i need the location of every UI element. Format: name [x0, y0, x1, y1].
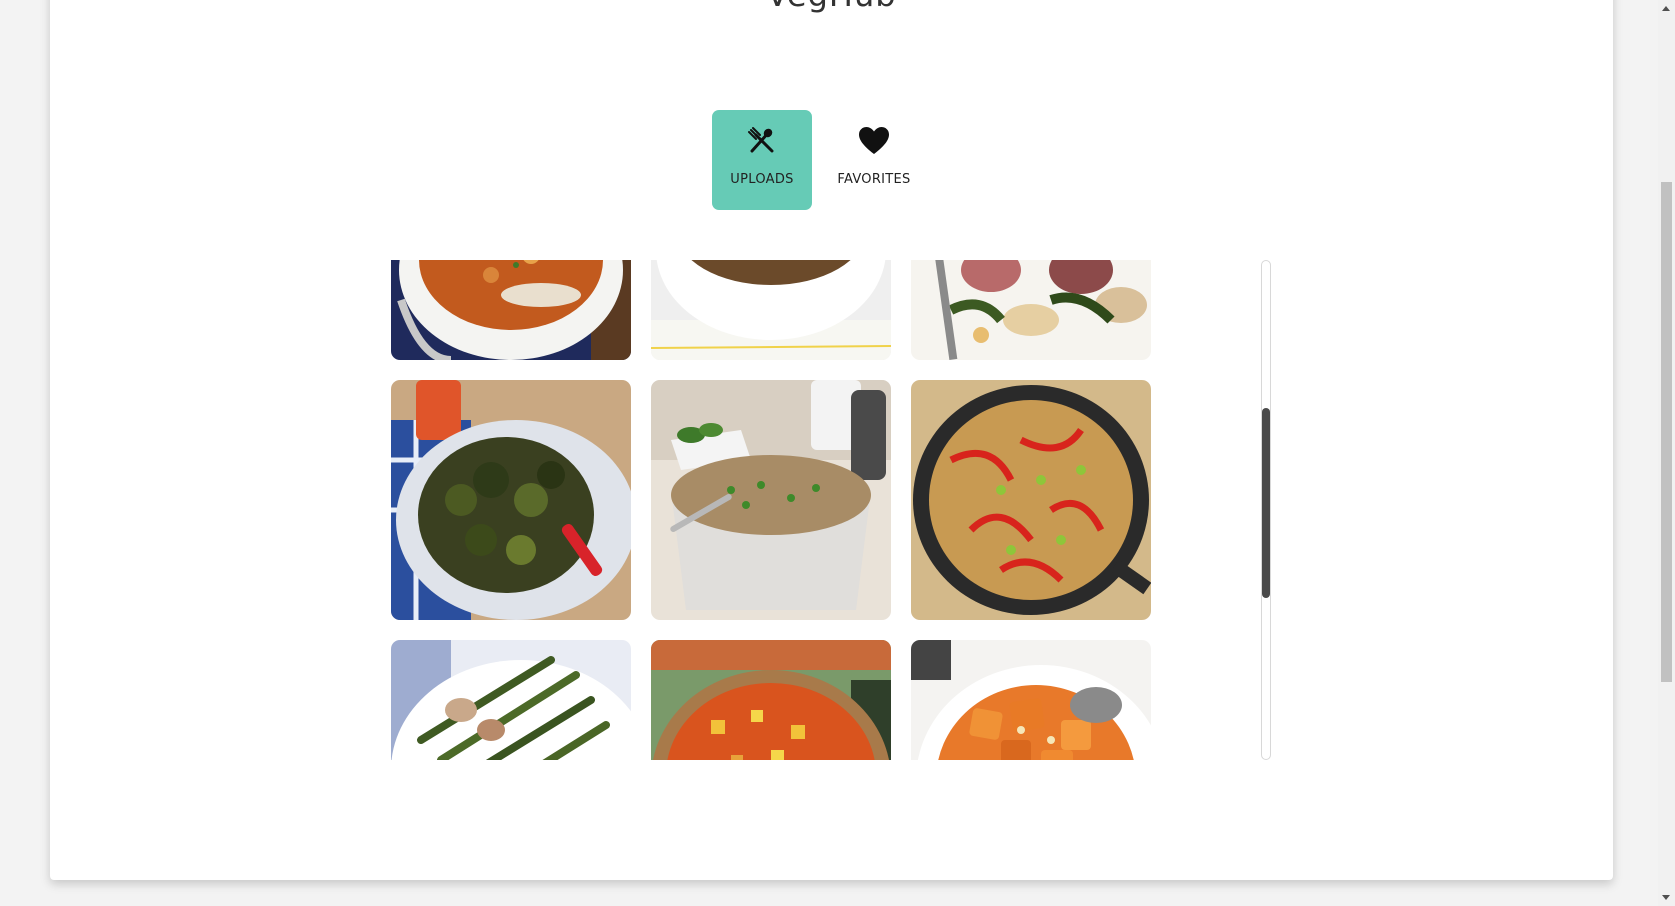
recipe-photo[interactable]	[391, 640, 631, 760]
recipe-photo[interactable]	[911, 640, 1151, 760]
recipe-photo[interactable]	[391, 260, 631, 360]
site-title: VegHub	[50, 0, 1613, 14]
recipe-photo[interactable]	[911, 260, 1151, 360]
tab-favorites-label: FAVORITES	[837, 172, 911, 187]
tab-uploads[interactable]: UPLOADS	[712, 110, 812, 210]
profile-tabs: UPLOADS FAVORITES	[712, 110, 924, 210]
browser-scroll-thumb[interactable]	[1661, 182, 1672, 682]
utensils-icon	[745, 124, 779, 158]
page-card: VegHub UPLOADS FAVORITES	[50, 0, 1613, 880]
scroll-down-icon[interactable]	[1662, 895, 1670, 900]
tab-uploads-label: UPLOADS	[730, 172, 794, 187]
gallery-scrollbar[interactable]	[1261, 260, 1271, 760]
heart-icon	[857, 124, 891, 158]
tab-favorites[interactable]: FAVORITES	[824, 110, 924, 210]
uploads-gallery[interactable]	[391, 260, 1171, 760]
recipe-photo[interactable]	[651, 380, 891, 620]
recipe-photo[interactable]	[651, 640, 891, 760]
recipe-photo[interactable]	[651, 260, 891, 360]
browser-scrollbar[interactable]	[1658, 0, 1675, 906]
recipe-photo[interactable]	[391, 380, 631, 620]
scroll-up-icon[interactable]	[1662, 6, 1670, 11]
gallery-grid	[391, 260, 1151, 760]
recipe-photo[interactable]	[911, 380, 1151, 620]
gallery-scroll-thumb[interactable]	[1262, 408, 1270, 598]
